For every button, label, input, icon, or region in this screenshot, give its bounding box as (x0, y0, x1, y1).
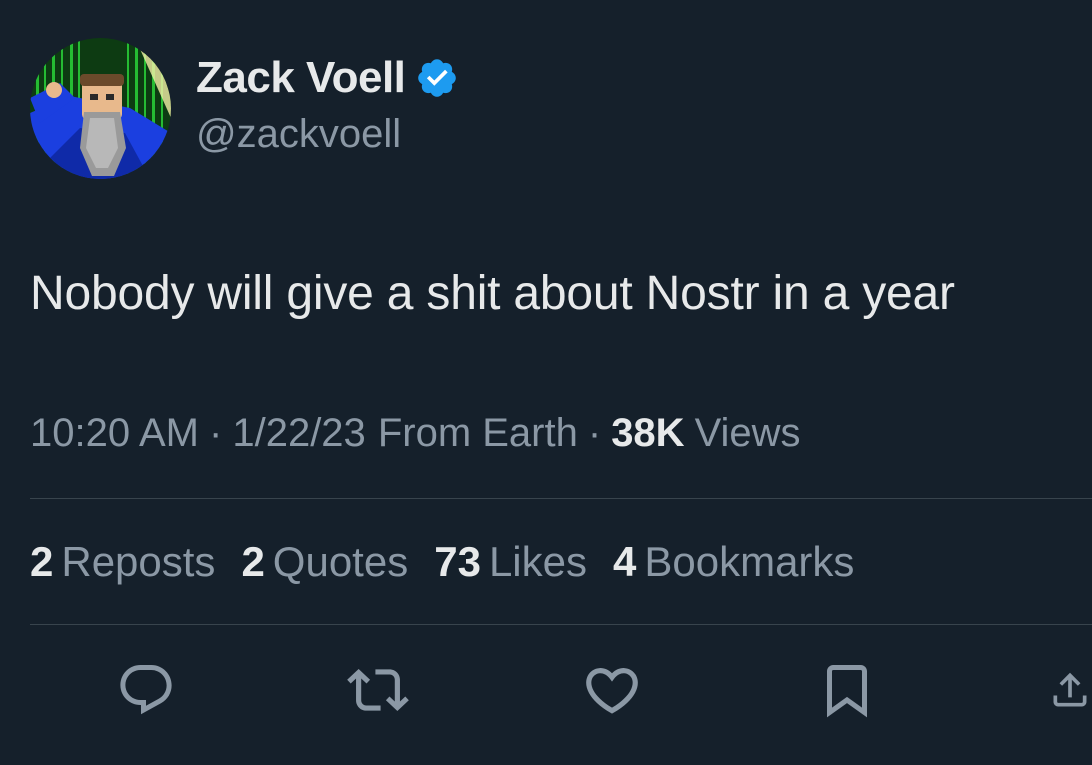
avatar-image (30, 38, 171, 179)
bookmarks-label: Bookmarks (644, 538, 855, 585)
reposts-count: 2 (30, 538, 54, 585)
tweet-date[interactable]: 1/22/23 (232, 411, 365, 456)
reposts-label: Reposts (61, 538, 216, 585)
repost-button[interactable] (346, 658, 410, 722)
reposts-stat[interactable]: 2 Reposts (30, 538, 215, 586)
bookmark-icon (827, 665, 867, 718)
tweet-detail: Zack Voell @zackvoell Nobody will give a… (0, 0, 1092, 765)
author-name-row: Zack Voell (196, 52, 459, 104)
display-name[interactable]: Zack Voell (196, 53, 406, 103)
divider (30, 498, 1092, 499)
like-button[interactable] (580, 658, 644, 722)
bookmarks-count: 4 (613, 538, 637, 585)
repost-icon (347, 669, 409, 711)
share-icon (1053, 672, 1087, 707)
reply-button[interactable] (114, 658, 178, 722)
quotes-stat[interactable]: 2 Quotes (241, 538, 408, 586)
tweet-meta: 10:20 AM · 1/22/23 From Earth · 38K View… (30, 411, 801, 456)
tweet-text: Nobody will give a shit about Nostr in a… (30, 267, 955, 320)
share-button[interactable] (1048, 658, 1092, 722)
quotes-label: Quotes (272, 538, 409, 585)
meta-separator: · (209, 411, 223, 455)
tweet-source: From Earth (377, 411, 578, 455)
verified-badge-icon (415, 56, 459, 100)
tweet-time[interactable]: 10:20 AM (30, 411, 199, 456)
bookmarks-stat[interactable]: 4 Bookmarks (613, 538, 854, 586)
likes-stat[interactable]: 73 Likes (434, 538, 587, 586)
divider (30, 624, 1092, 625)
views-count: 38K (611, 411, 685, 455)
meta-separator: · (587, 411, 602, 455)
reply-icon (120, 665, 172, 715)
bookmark-button[interactable] (815, 658, 879, 722)
quotes-count: 2 (241, 538, 265, 585)
engagement-stats: 2 Reposts 2 Quotes 73 Likes 4 Bookmarks (30, 538, 880, 586)
views-label: Views (694, 411, 801, 455)
avatar[interactable] (30, 38, 171, 179)
like-icon (586, 668, 638, 714)
likes-count: 73 (434, 538, 481, 585)
author-handle[interactable]: @zackvoell (196, 112, 401, 157)
likes-label: Likes (488, 538, 587, 585)
